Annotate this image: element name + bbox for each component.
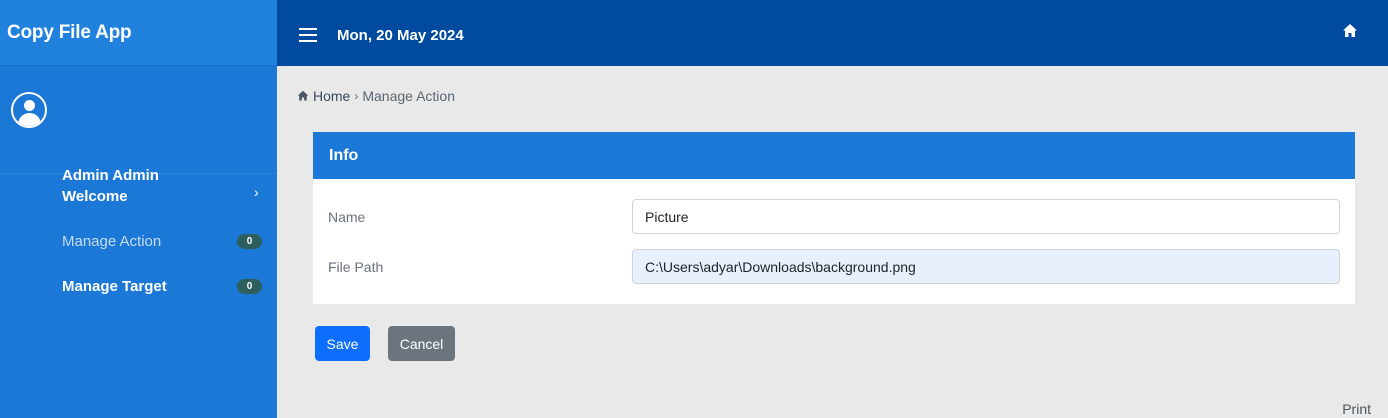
user-circle-icon: [11, 92, 47, 128]
sidebar-item-label: Welcome: [62, 188, 128, 205]
sidebar: Copy File App Admin Admin › Welcome Mana…: [0, 0, 277, 418]
sidebar-item-manage-action[interactable]: Manage Action 0: [0, 219, 277, 264]
hamburger-icon[interactable]: [299, 28, 317, 42]
print-link[interactable]: Print: [1342, 401, 1371, 417]
app-title[interactable]: Copy File App: [7, 22, 132, 44]
info-card: Info Name File Path: [313, 132, 1355, 304]
chevron-right-icon: ›: [354, 89, 359, 103]
brand[interactable]: Copy File App: [0, 0, 277, 66]
sidebar-nav: Welcome Manage Action 0 Manage Target 0: [0, 174, 277, 309]
home-icon[interactable]: [1342, 23, 1358, 39]
top-navbar: Mon, 20 May 2024: [277, 0, 1388, 66]
breadcrumb-home-label[interactable]: Home: [313, 88, 350, 104]
sidebar-item-welcome[interactable]: Welcome: [0, 174, 277, 219]
sidebar-item-label: Manage Target: [62, 278, 167, 295]
user-panel[interactable]: Admin Admin ›: [0, 66, 277, 200]
form-row-file-path: File Path: [313, 249, 1355, 284]
save-button[interactable]: Save: [315, 326, 370, 361]
count-badge: 0: [237, 234, 262, 249]
home-icon: [297, 90, 309, 101]
card-header: Info: [313, 132, 1355, 179]
breadcrumb-current: Manage Action: [362, 88, 455, 104]
name-label: Name: [328, 209, 366, 225]
name-input[interactable]: [632, 199, 1340, 234]
form-row-name: Name: [313, 199, 1355, 234]
card-title: Info: [329, 146, 359, 164]
file-path-label: File Path: [328, 259, 384, 275]
file-path-input[interactable]: [632, 249, 1340, 284]
breadcrumb: Home › Manage Action: [297, 88, 455, 104]
sidebar-item-label: Manage Action: [62, 233, 162, 250]
count-badge: 0: [237, 279, 262, 294]
breadcrumb-home[interactable]: Home: [297, 88, 350, 104]
sidebar-item-manage-target[interactable]: Manage Target 0: [0, 264, 277, 309]
cancel-button[interactable]: Cancel: [388, 326, 455, 361]
current-date: Mon, 20 May 2024: [337, 27, 464, 44]
